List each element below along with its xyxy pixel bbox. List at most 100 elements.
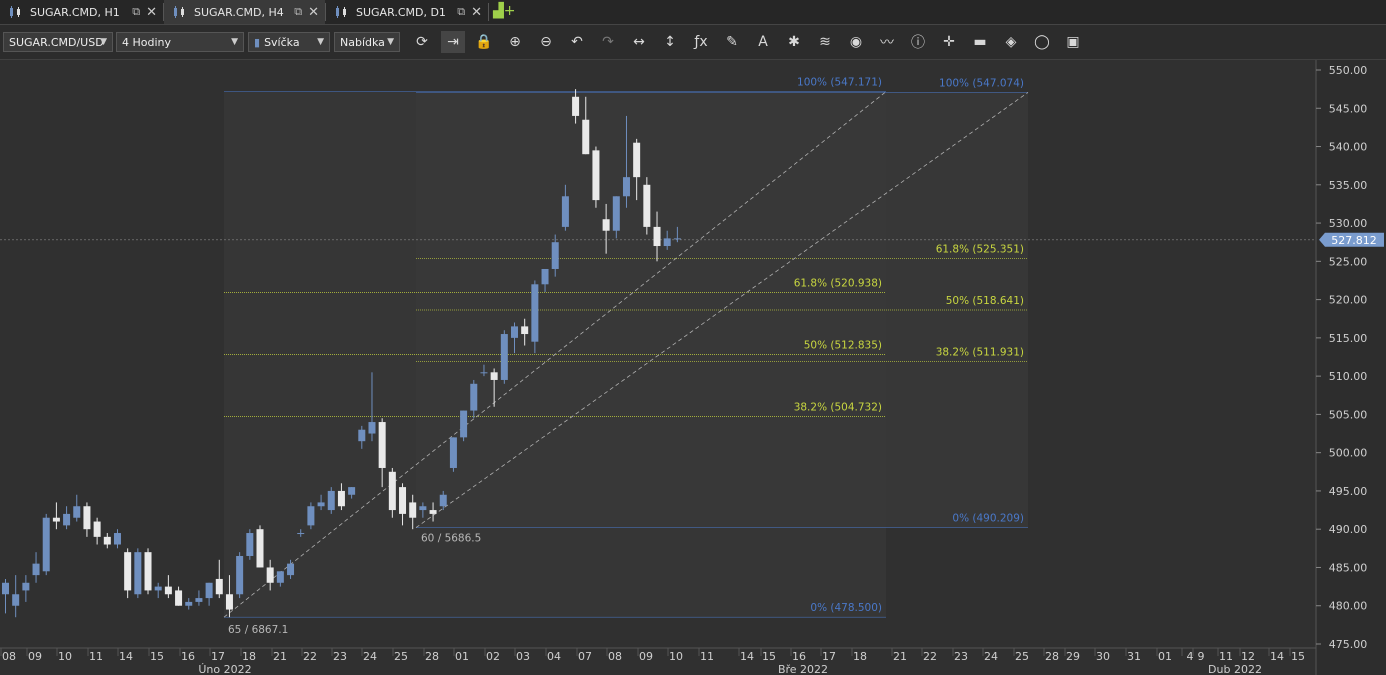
tab-label: SUGAR.CMD, H4 <box>194 5 284 19</box>
vertical-arrows-icon[interactable]: ↕ <box>658 31 682 53</box>
candle-body <box>246 533 254 556</box>
detach-icon[interactable]: ⧉ <box>132 5 140 19</box>
candle-body <box>612 196 620 231</box>
x-tick-label: 24 <box>363 650 377 663</box>
candle-chart-icon <box>10 6 20 18</box>
y-tick-label: 510.00 <box>1329 370 1368 383</box>
color-strip-icon[interactable]: ▬ <box>968 31 992 53</box>
close-icon[interactable]: ✕ <box>308 5 319 20</box>
x-tick-label: 16 <box>792 650 806 663</box>
candle-body <box>2 582 9 595</box>
detach-icon[interactable]: ⧉ <box>457 5 465 19</box>
sparkle-icon[interactable]: ✱ <box>782 31 806 53</box>
x-tick-label: 9 <box>1198 650 1205 663</box>
price-chart[interactable]: 08 09 10 11 14 15 16 17 18 21 22 23 24 25 28 01 02 03 04 07… <box>0 60 1386 675</box>
candle-body <box>337 490 345 507</box>
candle-body <box>673 238 681 240</box>
info-icon[interactable]: ⓘ <box>906 31 930 53</box>
candle-body <box>73 506 81 518</box>
zoom-in-icon[interactable]: ⊕ <box>503 31 527 53</box>
chevron-down-icon: ▼ <box>100 37 107 47</box>
tab-label: SUGAR.CMD, D1 <box>356 5 446 19</box>
x-tick-label: 15 <box>762 650 776 663</box>
horizontal-arrows-icon[interactable]: ↔ <box>627 31 651 53</box>
x-tick-label: 25 <box>394 650 408 663</box>
candle-body <box>164 586 172 595</box>
y-tick-label: 520.00 <box>1329 294 1368 307</box>
fib-anchor-label: 65 / 6867.1 <box>228 624 288 636</box>
y-tick-label: 535.00 <box>1329 179 1368 192</box>
save-icon[interactable]: ▣ <box>1061 31 1085 53</box>
candle-body <box>572 96 580 116</box>
lock-icon[interactable]: 🔒 <box>472 31 496 53</box>
timeframe-select[interactable]: 4 Hodiny ▼ <box>116 32 244 52</box>
candle-body <box>32 563 40 576</box>
symbol-select[interactable]: SUGAR.CMD/USD ▼ <box>3 32 113 52</box>
redo-icon[interactable]: ↷ <box>596 31 620 53</box>
candle-body <box>154 586 162 591</box>
x-tick-label: 15 <box>150 650 164 663</box>
candle-body <box>266 567 274 583</box>
tab-label: SUGAR.CMD, H1 <box>30 5 120 19</box>
detach-icon[interactable]: ⧉ <box>294 5 302 19</box>
x-tick-label: 07 <box>578 650 592 663</box>
shift-chart-icon[interactable]: ⇥ <box>441 31 465 53</box>
pencil-icon[interactable]: ✎ <box>720 31 744 53</box>
candle-body <box>215 578 223 595</box>
compare-chart-icon[interactable]: 〰 <box>875 31 899 53</box>
close-icon[interactable]: ✕ <box>146 5 157 20</box>
x-tick-label: 09 <box>639 650 653 663</box>
function-icon[interactable]: ƒx <box>689 31 713 53</box>
refresh-icon[interactable]: ⟳ <box>410 31 434 53</box>
x-tick-label: 08 <box>608 650 622 663</box>
candle-body <box>256 529 264 568</box>
x-tick-label: 08 <box>2 650 16 663</box>
paint-bucket-icon[interactable]: ◈ <box>999 31 1023 53</box>
candle-body <box>124 552 132 591</box>
current-price-label: 527.812 <box>1331 234 1377 247</box>
y-tick-label: 505.00 <box>1329 408 1368 421</box>
candle-body <box>307 506 315 526</box>
candle-body <box>561 196 569 227</box>
fib-level-label: 100% (547.171) <box>797 77 882 89</box>
add-chart-icon[interactable]: ▟+ <box>493 3 516 21</box>
menu-select[interactable]: Nabídka ▼ <box>334 32 400 52</box>
undo-icon[interactable]: ↶ <box>565 31 589 53</box>
candle-body <box>52 517 60 522</box>
month-label: Bře 2022 <box>778 663 828 675</box>
zoom-out-icon[interactable]: ⊖ <box>534 31 558 53</box>
layers-icon[interactable]: ≋ <box>813 31 837 53</box>
y-tick-label: 500.00 <box>1329 447 1368 460</box>
x-tick-label: 03 <box>516 650 530 663</box>
y-tick-label: 480.00 <box>1329 600 1368 613</box>
candle-body <box>287 563 295 576</box>
x-tick-label: 11 <box>89 650 103 663</box>
crosshair-icon[interactable]: ✛ <box>937 31 961 53</box>
candle-body <box>103 536 111 545</box>
x-tick-label: 17 <box>822 650 836 663</box>
candle-body <box>205 582 213 599</box>
tab-h4[interactable]: SUGAR.CMD, H4 ⧉ ✕ <box>164 0 325 24</box>
x-tick-label: 12 <box>1241 650 1255 663</box>
x-tick-label: 01 <box>455 650 469 663</box>
close-icon[interactable]: ✕ <box>471 5 482 20</box>
x-tick-label: 21 <box>893 650 907 663</box>
fib-level-label: 61.8% (525.351) <box>936 244 1024 256</box>
candle-body <box>582 119 590 155</box>
candle-body <box>460 410 468 438</box>
candle-body <box>500 334 508 380</box>
candle-body <box>327 490 335 511</box>
candle-body <box>470 383 478 411</box>
candle-body <box>653 226 661 247</box>
x-tick-label: 30 <box>1096 650 1110 663</box>
tab-h1[interactable]: SUGAR.CMD, H1 ⧉ ✕ <box>0 0 163 24</box>
chart-type-select[interactable]: ▮ Svíčka ▼ <box>248 32 330 52</box>
symbol-value: SUGAR.CMD/USD <box>9 35 104 49</box>
settings-ring-icon[interactable]: ◯ <box>1030 31 1054 53</box>
month-label: Úno 2022 <box>198 663 251 675</box>
tab-d1[interactable]: SUGAR.CMD, D1 ⧉ ✕ <box>326 0 488 24</box>
text-icon[interactable]: A <box>751 31 775 53</box>
candle-body <box>113 533 121 545</box>
fib-level-label: 61.8% (520.938) <box>794 277 882 289</box>
eye-icon[interactable]: ◉ <box>844 31 868 53</box>
